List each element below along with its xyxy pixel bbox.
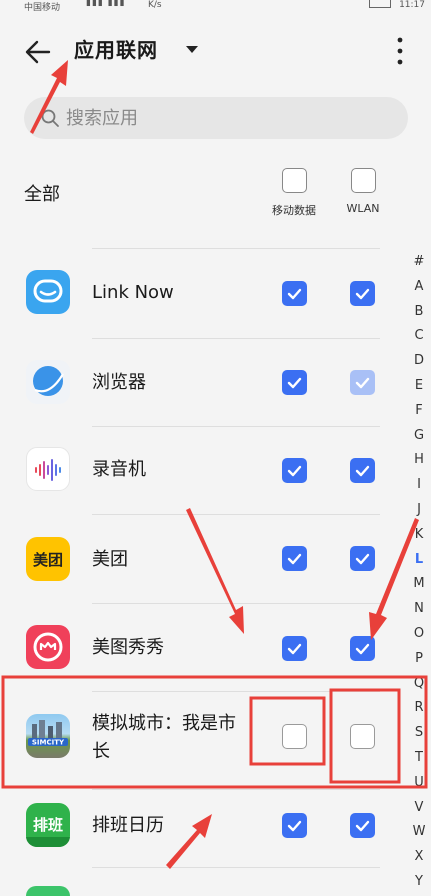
app-name: 模拟城市：我是市长 bbox=[92, 713, 236, 762]
index-letter[interactable]: J bbox=[408, 498, 430, 523]
index-letter[interactable]: N bbox=[408, 597, 430, 622]
search-bar[interactable] bbox=[24, 97, 408, 139]
app-row-browser[interactable]: 浏览器 bbox=[0, 339, 400, 427]
index-letter[interactable]: V bbox=[408, 796, 430, 821]
index-letter[interactable]: K bbox=[408, 523, 430, 548]
index-letter[interactable]: Y bbox=[408, 870, 430, 895]
index-letter[interactable]: M bbox=[408, 572, 430, 597]
recorder-icon bbox=[26, 447, 70, 491]
signal-icon: ▮▮▮ ▮▮▮ bbox=[86, 0, 126, 8]
app-bar: 应用联网 bbox=[0, 24, 431, 80]
app-name: Link Now bbox=[92, 282, 174, 303]
index-letter[interactable]: P bbox=[408, 647, 430, 672]
app-name: 排班日历 bbox=[92, 815, 164, 836]
app-row-link-now[interactable]: Link Now bbox=[0, 249, 400, 337]
arrow-left-icon bbox=[25, 40, 51, 64]
shift-calendar-icon: 排班 bbox=[26, 803, 70, 847]
index-letter-active[interactable]: L bbox=[408, 548, 430, 573]
index-letter[interactable]: S bbox=[408, 721, 430, 746]
wlan-checkbox[interactable] bbox=[350, 458, 375, 483]
wlan-checkbox[interactable] bbox=[350, 724, 375, 749]
browser-icon bbox=[26, 360, 70, 404]
mobile-data-checkbox[interactable] bbox=[282, 546, 307, 571]
search-icon bbox=[41, 109, 59, 127]
index-letter[interactable]: Q bbox=[408, 672, 430, 697]
index-letter[interactable]: # bbox=[408, 250, 430, 275]
index-letter[interactable]: I bbox=[408, 473, 430, 498]
clock: 11:17 bbox=[399, 0, 425, 10]
meitu-icon bbox=[26, 625, 70, 669]
divider bbox=[92, 867, 380, 868]
index-letter[interactable]: E bbox=[408, 374, 430, 399]
index-letter[interactable]: A bbox=[408, 275, 430, 300]
mobile-data-checkbox[interactable] bbox=[282, 370, 307, 395]
app-name: 美图秀秀 bbox=[92, 637, 164, 658]
network-speed: K/s bbox=[148, 0, 162, 10]
page-title[interactable]: 应用联网 bbox=[74, 36, 158, 64]
mobile-data-checkbox[interactable] bbox=[282, 813, 307, 838]
simcity-icon-text: SIMCITY bbox=[32, 739, 65, 747]
shift-calendar-icon-text: 排班 bbox=[33, 816, 63, 834]
index-letter[interactable]: C bbox=[408, 324, 430, 349]
search-input[interactable] bbox=[66, 97, 386, 139]
app-row-shift-calendar[interactable]: 排班 排班日历 bbox=[0, 790, 400, 878]
mobile-data-label: 移动数据 bbox=[272, 204, 316, 217]
index-letter[interactable]: R bbox=[408, 696, 430, 721]
app-name: 浏览器 bbox=[92, 372, 146, 393]
carrier-label: 中国移动 bbox=[24, 3, 61, 13]
link-now-icon bbox=[26, 270, 70, 314]
back-button[interactable] bbox=[22, 36, 54, 68]
wlan-checkbox-disabled bbox=[350, 370, 375, 395]
wlan-checkbox[interactable] bbox=[350, 546, 375, 571]
mobile-data-checkbox[interactable] bbox=[282, 281, 307, 306]
app-row-recorder[interactable]: 录音机 bbox=[0, 427, 400, 515]
index-letter[interactable]: T bbox=[408, 746, 430, 771]
wlan-select-all-checkbox[interactable] bbox=[350, 168, 376, 193]
mobile-data-checkbox[interactable] bbox=[282, 724, 307, 749]
mobile-data-column: 移动数据 bbox=[259, 168, 329, 218]
app-name: 录音机 bbox=[92, 459, 146, 480]
more-vertical-icon bbox=[397, 37, 403, 65]
simcity-icon: SIMCITY bbox=[26, 714, 70, 758]
index-letter[interactable]: B bbox=[408, 300, 430, 325]
wlan-checkbox[interactable] bbox=[350, 813, 375, 838]
mobile-data-checkbox[interactable] bbox=[282, 636, 307, 661]
index-letter[interactable]: X bbox=[408, 845, 430, 870]
index-letter[interactable]: U bbox=[408, 771, 430, 796]
app-name: 美团 bbox=[92, 549, 128, 570]
wlan-label: WLAN bbox=[346, 202, 380, 215]
index-letter[interactable]: F bbox=[408, 399, 430, 424]
app-row-meituan[interactable]: 美团 美团 bbox=[0, 515, 400, 603]
index-letter[interactable]: G bbox=[408, 424, 430, 449]
meituan-icon: 美团 bbox=[26, 537, 70, 581]
mobile-data-checkbox[interactable] bbox=[282, 458, 307, 483]
alphabet-index[interactable]: # A B C D E F G H I J K L M N O P Q R S … bbox=[408, 250, 430, 895]
index-letter[interactable]: W bbox=[408, 820, 430, 845]
more-options-button[interactable] bbox=[388, 34, 412, 68]
caret-down-icon[interactable] bbox=[183, 40, 201, 58]
status-bar: 中国移动 ▮▮▮ ▮▮▮ K/s 11:17 bbox=[0, 0, 431, 13]
index-letter[interactable]: D bbox=[408, 349, 430, 374]
meituan-icon-text: 美团 bbox=[33, 551, 63, 569]
battery-icon bbox=[369, 0, 391, 8]
select-all-label: 全部 bbox=[24, 184, 60, 205]
index-letter[interactable]: H bbox=[408, 448, 430, 473]
mobile-data-select-all-checkbox[interactable] bbox=[281, 168, 307, 193]
app-row-meitu[interactable]: 美图秀秀 bbox=[0, 604, 400, 692]
wlan-checkbox[interactable] bbox=[350, 636, 375, 661]
index-letter[interactable]: O bbox=[408, 622, 430, 647]
app-icon-partial bbox=[26, 886, 70, 896]
wlan-checkbox[interactable] bbox=[350, 281, 375, 306]
wlan-column: WLAN bbox=[328, 168, 398, 215]
app-row-simcity[interactable]: SIMCITY 模拟城市：我是市长 bbox=[0, 692, 400, 790]
select-all-row: 全部 移动数据 WLAN bbox=[0, 160, 431, 230]
